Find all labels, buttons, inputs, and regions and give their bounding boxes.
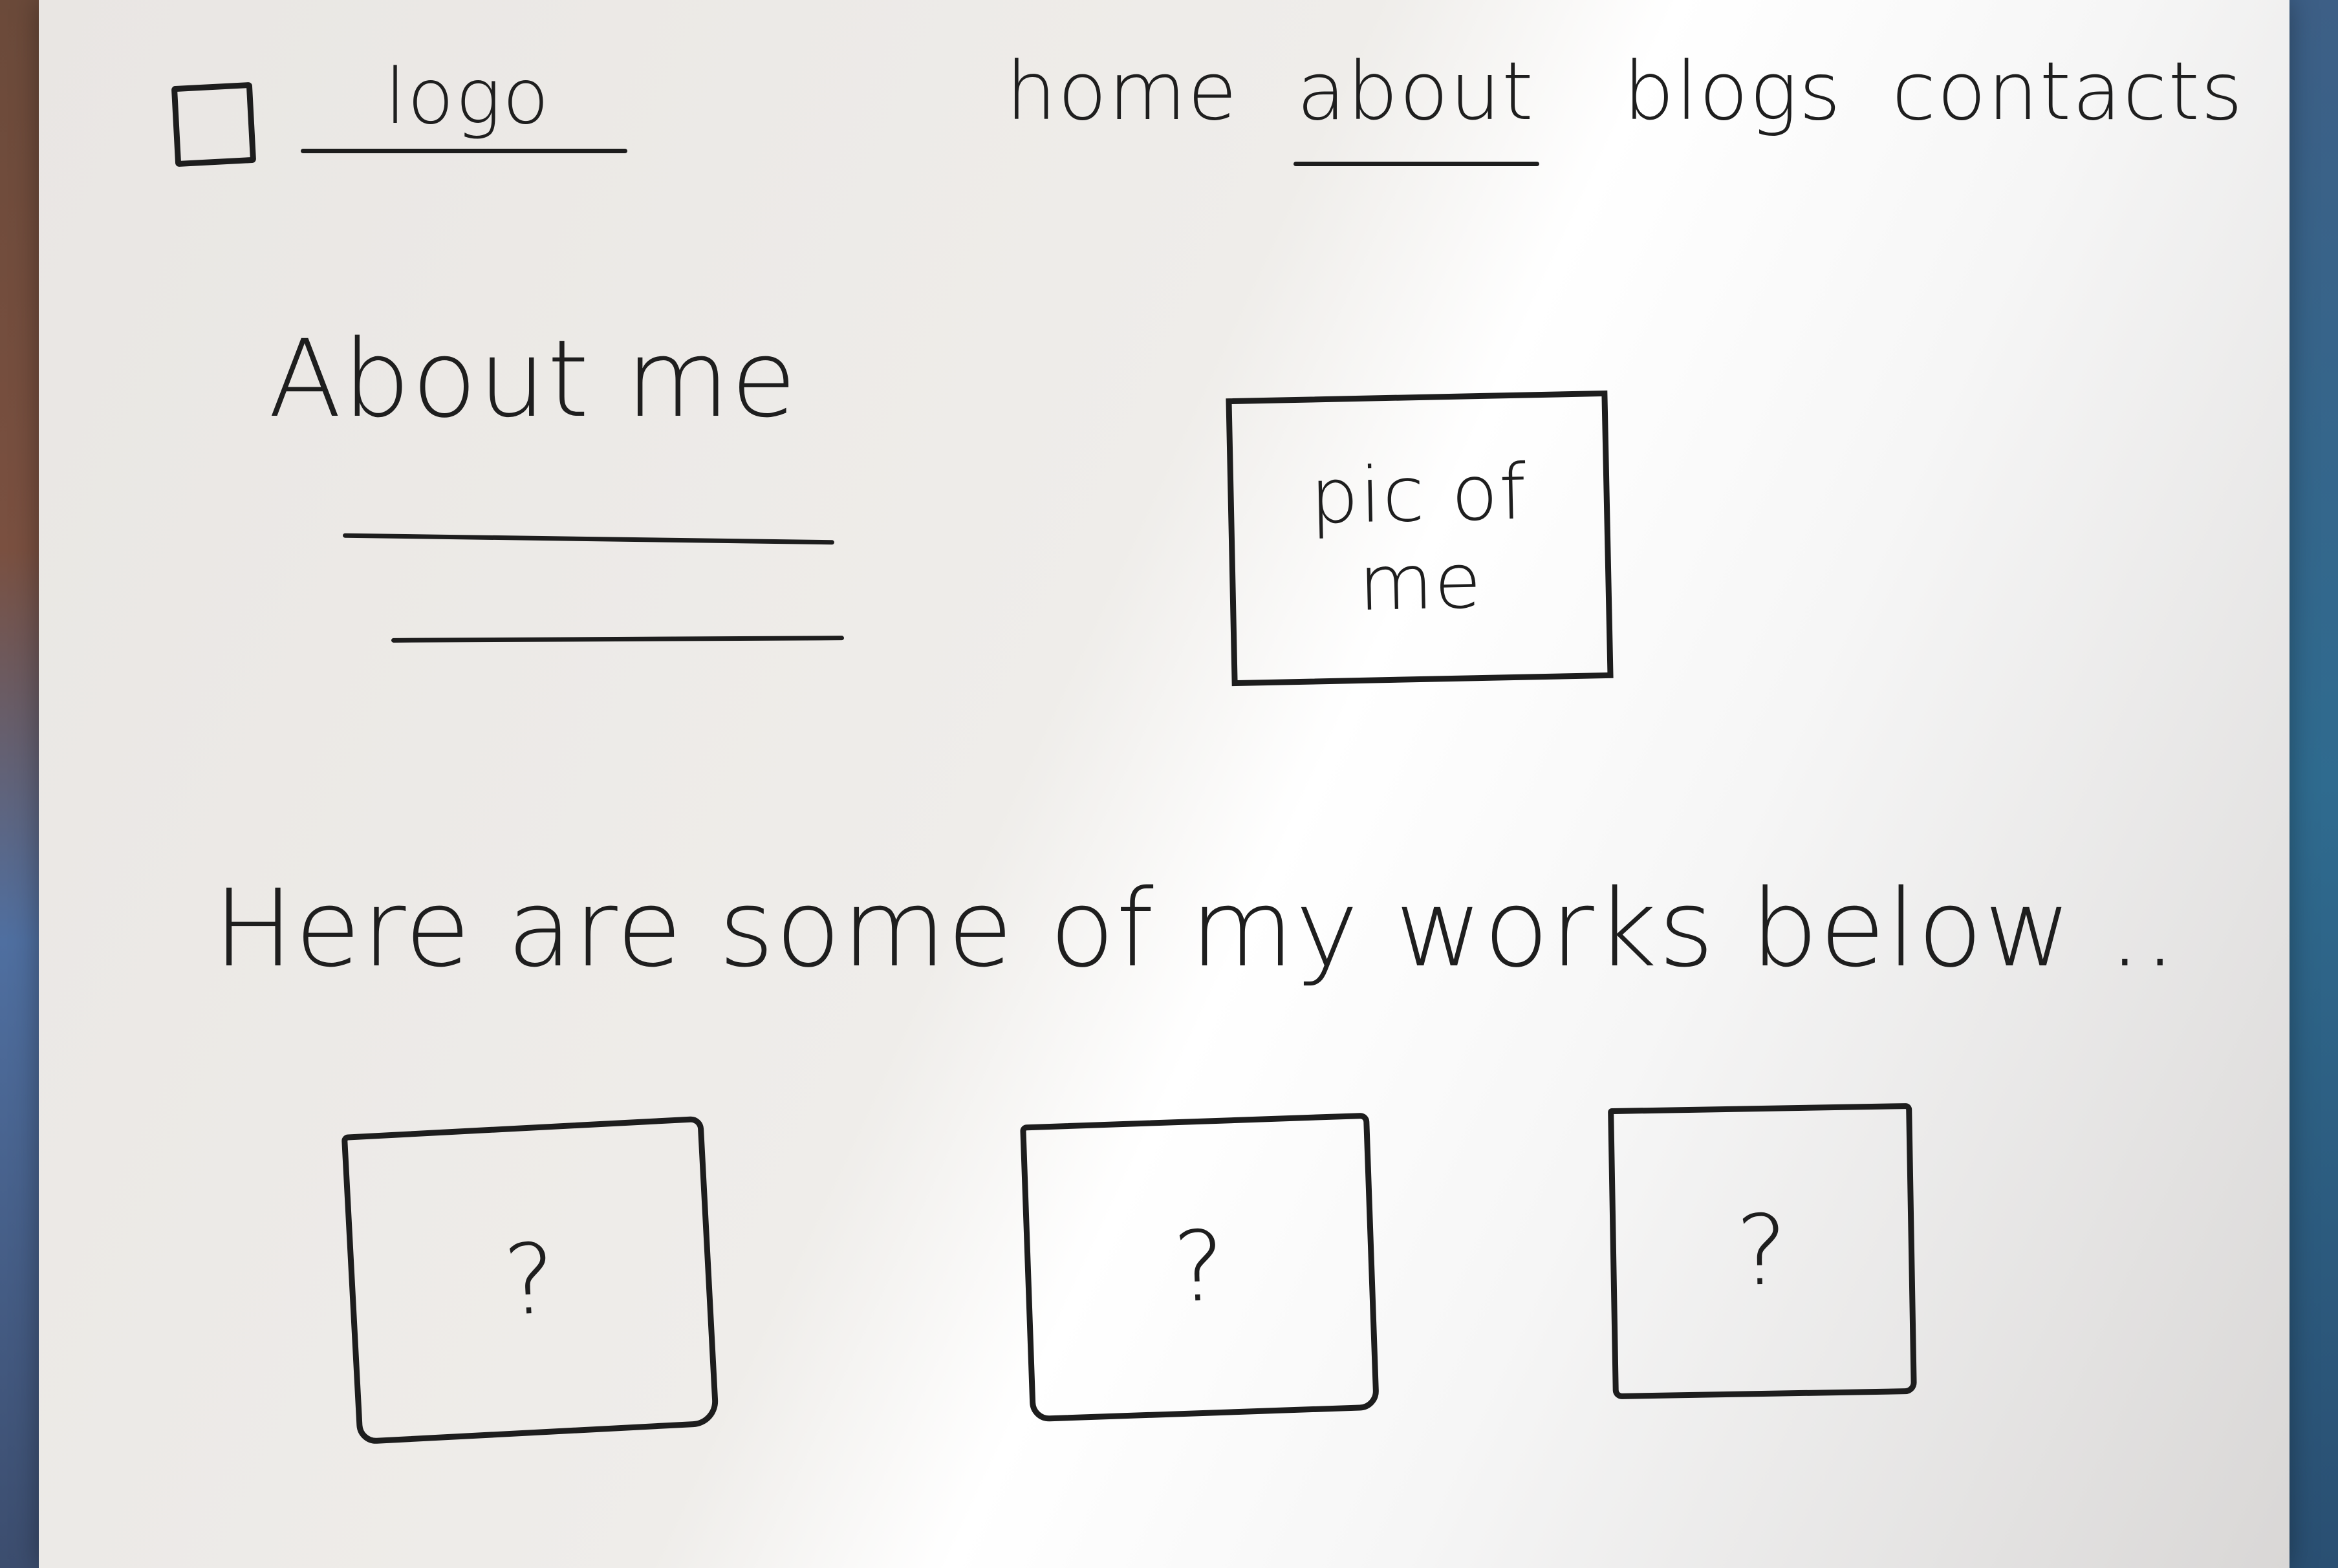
sketch-paper: logo home about blogs contacts About me … (39, 0, 2289, 1568)
about-text-placeholder-line (342, 533, 835, 545)
question-mark-icon: ? (1171, 1210, 1228, 1325)
about-text-placeholder-line (391, 636, 845, 643)
profile-photo-label: pic of me (1309, 447, 1528, 628)
question-mark-icon: ? (1735, 1194, 1790, 1308)
nav-active-underline (1293, 162, 1539, 166)
question-mark-icon: ? (501, 1222, 560, 1338)
nav-link-about[interactable]: about (1297, 45, 1535, 138)
nav-link-blogs[interactable]: blogs (1623, 45, 1842, 138)
logo[interactable]: logo (301, 52, 627, 162)
square-menu-icon[interactable] (171, 81, 257, 167)
work-card[interactable]: ? (341, 1115, 720, 1445)
work-card[interactable]: ? (1608, 1102, 1917, 1400)
nav-link-contacts[interactable]: contacts (1892, 45, 2244, 138)
profile-photo-placeholder: pic of me (1226, 390, 1614, 687)
work-card[interactable]: ? (1020, 1112, 1380, 1423)
nav-link-home[interactable]: home (1006, 45, 1239, 138)
about-title: About me (268, 317, 798, 441)
logo-underline (301, 149, 627, 153)
logo-label: logo (385, 52, 550, 141)
works-heading: Here are some of my works below .. (213, 866, 2178, 991)
